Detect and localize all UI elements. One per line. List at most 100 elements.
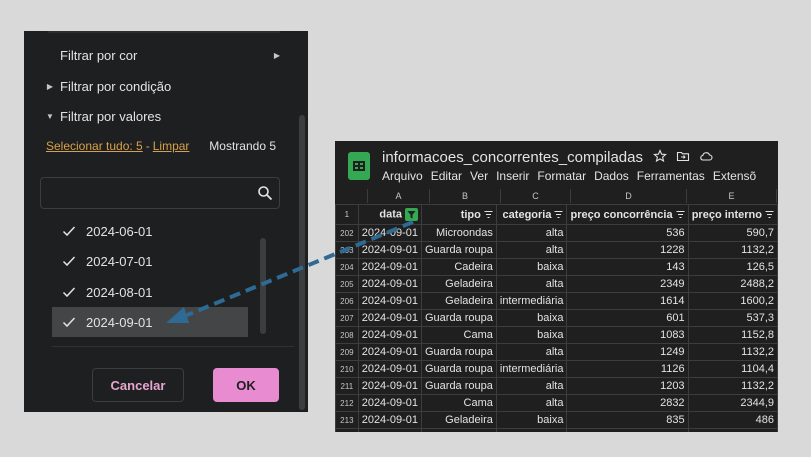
cell-preco-interno[interactable]: 1104,4	[687, 360, 778, 378]
row-number[interactable]: 214	[335, 428, 359, 432]
cell-preco-concorrencia[interactable]: 2349	[566, 275, 689, 293]
value-item[interactable]: 2024-08-01	[52, 277, 248, 307]
cell-data[interactable]: 2024-09-01	[357, 411, 422, 429]
cell-tipo[interactable]: Geladeira	[420, 428, 497, 432]
cell-preco-interno[interactable]: 2488,2	[687, 275, 778, 293]
cell-data[interactable]: 2024-09-01	[357, 343, 422, 361]
menu-inserir[interactable]: Inserir	[496, 169, 529, 183]
value-item[interactable]: 2024-07-01	[52, 246, 248, 276]
panel-scrollbar[interactable]	[299, 115, 305, 410]
cell-preco-interno[interactable]: 1152,8	[687, 326, 778, 344]
cell-categoria[interactable]: alta	[495, 428, 568, 432]
cell-tipo[interactable]: Cama	[420, 326, 497, 344]
cell-categoria[interactable]: baixa	[495, 258, 568, 276]
menu-arquivo[interactable]: Arquivo	[382, 169, 423, 183]
cell-tipo[interactable]: Cama	[420, 394, 497, 412]
cell-preco-concorrencia[interactable]: 143	[566, 258, 689, 276]
filter-by-values-item[interactable]: ▼ Filtrar por valores	[24, 104, 161, 128]
cell-preco-concorrencia[interactable]: 536	[566, 224, 689, 242]
cell-categoria[interactable]: alta	[495, 394, 568, 412]
cell-tipo[interactable]: Guarda roupa	[420, 360, 497, 378]
cell-preco-interno[interactable]: 2344,9	[687, 394, 778, 412]
cell-tipo[interactable]: Cadeira	[420, 258, 497, 276]
row-number[interactable]: 204	[335, 258, 359, 276]
cell-preco-interno[interactable]: 1132,2	[687, 241, 778, 259]
value-list-scrollbar[interactable]	[260, 238, 266, 334]
cell-categoria[interactable]: alta	[495, 241, 568, 259]
header-cell-preco-interno[interactable]: preço interno	[687, 204, 778, 225]
cell-preco-concorrencia[interactable]: 835	[566, 411, 689, 429]
menu-ferramentas[interactable]: Ferramentas	[637, 169, 705, 183]
cell-categoria[interactable]: alta	[495, 275, 568, 293]
cell-preco-concorrencia[interactable]: 2832	[566, 394, 689, 412]
cell-preco-interno[interactable]: 486	[687, 411, 778, 429]
row-number[interactable]: 202	[335, 224, 359, 242]
cell-tipo[interactable]: Guarda roupa	[420, 377, 497, 395]
cell-tipo[interactable]: Geladeira	[420, 292, 497, 310]
cloud-status-icon[interactable]	[699, 149, 713, 163]
cell-preco-interno[interactable]: 1600,2	[687, 292, 778, 310]
cell-categoria[interactable]: baixa	[495, 411, 568, 429]
cell-tipo[interactable]: Geladeira	[420, 411, 497, 429]
ok-button[interactable]: OK	[213, 368, 279, 402]
column-header-d[interactable]: D	[571, 189, 687, 203]
header-cell-tipo[interactable]: tipo	[420, 204, 497, 225]
star-icon[interactable]	[653, 149, 667, 163]
select-all-corner[interactable]	[335, 189, 368, 203]
sheets-logo-icon[interactable]	[348, 152, 370, 180]
filter-icon[interactable]	[676, 210, 685, 219]
row-number[interactable]: 210	[335, 360, 359, 378]
document-title[interactable]: informacoes_concorrentes_compiladas	[382, 149, 643, 166]
row-number[interactable]: 203	[335, 241, 359, 259]
row-number[interactable]: 209	[335, 343, 359, 361]
cell-data[interactable]: 2024-09-01	[357, 292, 422, 310]
menu-extensoes[interactable]: Extensõ	[713, 169, 756, 183]
cell-data[interactable]: 2024-09-01	[357, 224, 422, 242]
value-item[interactable]: 2024-06-01	[52, 216, 248, 246]
cell-data[interactable]: 2024-09-01	[357, 428, 422, 432]
clear-link[interactable]: Limpar	[153, 139, 190, 153]
cell-data[interactable]: 2024-09-01	[357, 275, 422, 293]
cell-tipo[interactable]: Geladeira	[420, 275, 497, 293]
value-search-input[interactable]	[47, 183, 251, 205]
column-header-b[interactable]: B	[430, 189, 501, 203]
value-search-box[interactable]	[40, 177, 280, 209]
header-cell-categoria[interactable]: categoria	[495, 204, 568, 225]
select-all-link[interactable]: Selecionar tudo: 5	[46, 139, 143, 153]
cell-data[interactable]: 2024-09-01	[357, 326, 422, 344]
cell-preco-concorrencia[interactable]: 1249	[566, 343, 689, 361]
cell-preco-concorrencia[interactable]: 1203	[566, 377, 689, 395]
row-number[interactable]: 206	[335, 292, 359, 310]
filter-by-condition-item[interactable]: ▶ Filtrar por condição	[24, 74, 171, 98]
cell-categoria[interactable]: intermediária	[495, 292, 568, 310]
row-number[interactable]: 211	[335, 377, 359, 395]
column-header-e[interactable]: E	[687, 189, 777, 203]
cell-categoria[interactable]: alta	[495, 377, 568, 395]
cell-preco-concorrencia[interactable]: 1083	[566, 326, 689, 344]
row-number[interactable]: 1	[335, 204, 359, 225]
column-header-c[interactable]: C	[501, 189, 571, 203]
move-folder-icon[interactable]	[676, 149, 690, 163]
cell-data[interactable]: 2024-09-01	[357, 309, 422, 327]
cell-tipo[interactable]: Guarda roupa	[420, 309, 497, 327]
cell-preco-interno[interactable]: 590,7	[687, 224, 778, 242]
column-header-a[interactable]: A	[368, 189, 430, 203]
menu-ver[interactable]: Ver	[470, 169, 488, 183]
cell-preco-interno[interactable]: 2488,2	[687, 428, 778, 432]
cell-preco-interno[interactable]: 1132,2	[687, 377, 778, 395]
cell-preco-concorrencia[interactable]: 1228	[566, 241, 689, 259]
cell-preco-interno[interactable]: 1132,2	[687, 343, 778, 361]
active-filter-icon[interactable]	[404, 208, 418, 221]
cell-categoria[interactable]: baixa	[495, 309, 568, 327]
cell-preco-concorrencia[interactable]: 601	[566, 309, 689, 327]
row-number[interactable]: 205	[335, 275, 359, 293]
cell-categoria[interactable]: baixa	[495, 326, 568, 344]
filter-icon[interactable]	[765, 210, 774, 219]
cell-tipo[interactable]: Guarda roupa	[420, 343, 497, 361]
row-number[interactable]: 213	[335, 411, 359, 429]
cell-preco-concorrencia[interactable]: 1126	[566, 360, 689, 378]
header-cell-preco-concorrencia[interactable]: preço concorrência	[566, 204, 689, 225]
cell-preco-interno[interactable]: 537,3	[687, 309, 778, 327]
row-number[interactable]: 208	[335, 326, 359, 344]
value-item-selected[interactable]: 2024-09-01	[52, 307, 248, 337]
